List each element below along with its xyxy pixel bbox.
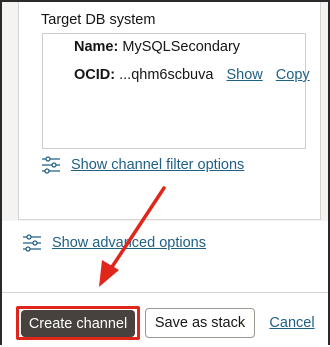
screenshot-frame: Target DB system Name: MySQLSecondary OC… bbox=[0, 0, 330, 346]
annotation-arrow bbox=[99, 186, 166, 287]
